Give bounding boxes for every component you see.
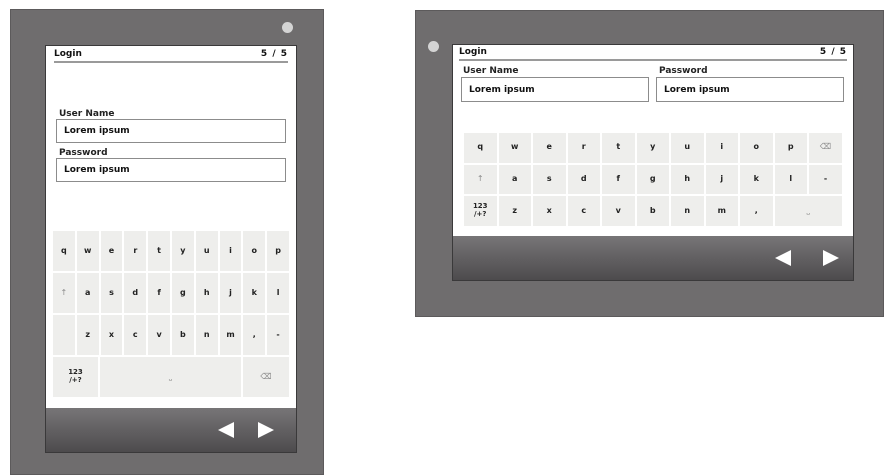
key-i[interactable]: i: [218, 230, 243, 272]
key-b[interactable]: b: [635, 195, 670, 227]
key-t[interactable]: t: [601, 132, 636, 164]
key-l[interactable]: l: [266, 272, 290, 314]
on-screen-keyboard: q w e r t y u i o p ⌫ ↑ a s d f g h j k …: [463, 132, 843, 227]
on-screen-keyboard: q w e r t y u i o p ↑ a s d f g h j k l …: [52, 230, 290, 398]
left-arrow-icon[interactable]: [775, 250, 791, 266]
key-f[interactable]: f: [601, 163, 636, 196]
shift-key[interactable]: ↑: [52, 272, 76, 314]
backspace-key[interactable]: ⌫: [808, 132, 843, 164]
key-blank: [52, 314, 76, 356]
key-s[interactable]: s: [532, 163, 567, 196]
camera-icon: [428, 41, 439, 52]
key-dash[interactable]: -: [266, 314, 290, 356]
key-comma[interactable]: ,: [739, 195, 774, 227]
screen-title: Login: [459, 47, 487, 57]
key-z[interactable]: z: [75, 314, 100, 356]
screen-title: Login: [54, 49, 82, 59]
page-indicator: 5 / 5: [260, 49, 288, 59]
navigation-bar: [46, 408, 296, 452]
password-field[interactable]: Lorem ipsum: [656, 77, 844, 102]
space-bar[interactable]: ⎵: [773, 195, 843, 227]
key-r[interactable]: r: [566, 132, 601, 164]
space-bar[interactable]: ⎵: [99, 356, 242, 398]
key-dash[interactable]: -: [808, 163, 843, 196]
key-a[interactable]: a: [497, 163, 532, 196]
key-m[interactable]: m: [218, 314, 243, 356]
key-o[interactable]: o: [242, 230, 267, 272]
key-w[interactable]: w: [497, 132, 532, 164]
key-b[interactable]: b: [171, 314, 195, 356]
key-c[interactable]: c: [123, 314, 148, 356]
key-comma[interactable]: ,: [242, 314, 267, 356]
shift-key[interactable]: ↑: [463, 163, 498, 196]
key-t[interactable]: t: [147, 230, 171, 272]
key-v[interactable]: v: [147, 314, 171, 356]
key-y[interactable]: y: [635, 132, 670, 164]
navigation-bar: [453, 236, 853, 280]
numbers-symbols-key[interactable]: 123 /+?: [52, 356, 99, 398]
left-arrow-icon[interactable]: [218, 422, 234, 438]
key-f[interactable]: f: [147, 272, 171, 314]
key-r[interactable]: r: [123, 230, 148, 272]
key-q[interactable]: q: [463, 132, 498, 164]
key-h[interactable]: h: [194, 272, 219, 314]
key-m[interactable]: m: [704, 195, 739, 227]
username-label: User Name: [59, 109, 115, 119]
key-c[interactable]: c: [566, 195, 601, 227]
key-h[interactable]: h: [670, 163, 705, 196]
key-o[interactable]: o: [739, 132, 774, 164]
key-j[interactable]: j: [218, 272, 243, 314]
key-k[interactable]: k: [242, 272, 267, 314]
key-k[interactable]: k: [739, 163, 774, 196]
password-field[interactable]: Lorem ipsum: [56, 158, 286, 182]
key-e[interactable]: e: [99, 230, 124, 272]
key-z[interactable]: z: [497, 195, 532, 227]
key-x[interactable]: x: [532, 195, 567, 227]
key-i[interactable]: i: [704, 132, 739, 164]
key-u[interactable]: u: [670, 132, 705, 164]
right-arrow-icon[interactable]: [258, 422, 274, 438]
camera-icon: [282, 22, 293, 33]
key-e[interactable]: e: [532, 132, 567, 164]
username-field[interactable]: Lorem ipsum: [56, 119, 286, 143]
username-label: User Name: [463, 66, 519, 76]
password-label: Password: [59, 148, 108, 158]
key-d[interactable]: d: [566, 163, 601, 196]
key-w[interactable]: w: [75, 230, 100, 272]
key-p[interactable]: p: [266, 230, 290, 272]
key-u[interactable]: u: [194, 230, 219, 272]
numbers-symbols-key[interactable]: 123 /+?: [463, 195, 498, 227]
key-n[interactable]: n: [670, 195, 705, 227]
landscape-screen: Login 5 / 5 User Name Lorem ipsum Passwo…: [453, 45, 853, 280]
username-field[interactable]: Lorem ipsum: [461, 77, 649, 102]
key-g[interactable]: g: [635, 163, 670, 196]
backspace-key[interactable]: ⌫: [242, 356, 290, 398]
password-label: Password: [659, 66, 708, 76]
landscape-device: Login 5 / 5 User Name Lorem ipsum Passwo…: [415, 10, 884, 317]
key-y[interactable]: y: [171, 230, 195, 272]
key-s[interactable]: s: [99, 272, 124, 314]
key-j[interactable]: j: [704, 163, 739, 196]
screen-header: Login 5 / 5: [459, 47, 847, 61]
key-p[interactable]: p: [773, 132, 808, 164]
key-q[interactable]: q: [52, 230, 76, 272]
key-v[interactable]: v: [601, 195, 636, 227]
page-indicator: 5 / 5: [819, 47, 847, 57]
key-d[interactable]: d: [123, 272, 148, 314]
key-n[interactable]: n: [194, 314, 219, 356]
right-arrow-icon[interactable]: [823, 250, 839, 266]
key-a[interactable]: a: [75, 272, 100, 314]
portrait-device: Login 5 / 5 User Name Lorem ipsum Passwo…: [10, 9, 324, 475]
key-x[interactable]: x: [99, 314, 124, 356]
key-l[interactable]: l: [773, 163, 808, 196]
portrait-screen: Login 5 / 5 User Name Lorem ipsum Passwo…: [46, 46, 296, 452]
screen-header: Login 5 / 5: [54, 49, 288, 63]
key-g[interactable]: g: [171, 272, 195, 314]
